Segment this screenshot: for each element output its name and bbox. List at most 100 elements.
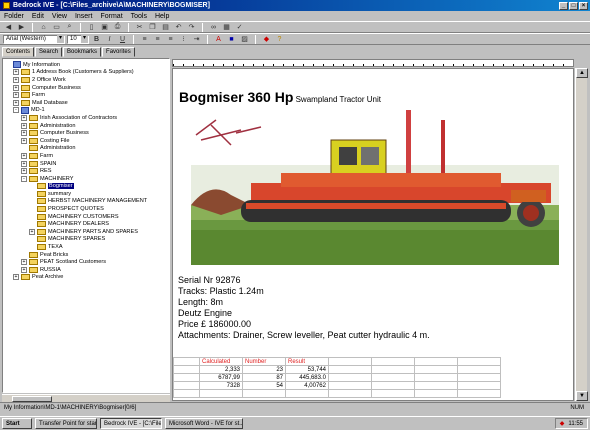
taskbar-item[interactable]: Transfer Point for start on — [35, 418, 97, 429]
table-cell[interactable] — [414, 389, 458, 398]
expand-icon[interactable]: + — [21, 160, 27, 167]
collapse-icon[interactable]: - — [21, 175, 27, 182]
table-cell[interactable]: 7328 — [199, 381, 243, 390]
tree-item[interactable]: +1 Address Book (Customers & Suppliers) — [3, 69, 169, 77]
tree-item[interactable]: + RES — [3, 167, 169, 175]
table-header-cell[interactable]: Result — [285, 357, 329, 366]
table-cell[interactable] — [414, 365, 458, 374]
tree-item[interactable]: + Mail Database — [3, 99, 169, 107]
document-vertical-scrollbar[interactable]: ▲ ▼ — [575, 68, 588, 401]
tree-item[interactable]: - MD-1 — [3, 106, 169, 115]
tree-item[interactable]: + Peat Archive — [3, 274, 169, 282]
spell-check-icon[interactable]: ◆ — [261, 35, 272, 44]
menu-edit[interactable]: Edit — [32, 13, 44, 20]
font-name-select[interactable]: Arial (Western) — [3, 34, 65, 44]
link-icon[interactable]: ∞ — [208, 23, 219, 32]
expand-icon[interactable]: + — [13, 274, 19, 281]
align-right-icon[interactable]: ≡ — [165, 35, 176, 44]
maximize-icon[interactable]: □ — [569, 1, 578, 10]
bold-icon[interactable]: B — [91, 35, 102, 44]
paste-icon[interactable]: ▤ — [160, 23, 171, 32]
expand-icon[interactable]: + — [29, 228, 35, 235]
table-icon[interactable]: ▦ — [221, 23, 232, 32]
tree-item[interactable]: summary — [3, 190, 169, 198]
highlight-icon[interactable]: ■ — [226, 35, 237, 44]
table-cell[interactable] — [414, 373, 458, 382]
table-cell[interactable]: 23 — [242, 365, 286, 374]
tab-favorites[interactable]: Favorites — [102, 47, 135, 57]
table-cell[interactable]: 445,683.0 — [285, 373, 329, 382]
search-icon[interactable]: ⌕ — [64, 23, 75, 32]
expand-icon[interactable]: + — [21, 137, 27, 144]
table-cell[interactable] — [328, 389, 372, 398]
menu-help[interactable]: Help — [155, 13, 169, 20]
expand-icon[interactable]: + — [13, 69, 19, 76]
table-cell[interactable] — [328, 373, 372, 382]
save-icon[interactable]: ▣ — [99, 23, 110, 32]
menu-insert[interactable]: Insert — [75, 13, 93, 20]
indent-icon[interactable]: ⇥ — [191, 35, 202, 44]
table-cell[interactable]: 4,00762 — [285, 381, 329, 390]
tree-item[interactable]: + Farm — [3, 152, 169, 160]
collapse-icon[interactable]: - — [13, 107, 19, 114]
expand-icon[interactable]: + — [21, 130, 27, 137]
new-icon[interactable]: ▯ — [86, 23, 97, 32]
table-cell[interactable] — [371, 381, 415, 390]
tree-item[interactable]: + SPAIN — [3, 160, 169, 168]
scroll-down-icon[interactable]: ▼ — [576, 391, 588, 401]
tree-item[interactable]: PROSPECT QUOTES — [3, 205, 169, 213]
expand-icon[interactable]: + — [21, 122, 27, 129]
expand-icon[interactable]: + — [21, 168, 27, 175]
italic-icon[interactable]: I — [104, 35, 115, 44]
font-size-select[interactable]: 10 — [67, 34, 89, 44]
cut-icon[interactable]: ✂ — [134, 23, 145, 32]
tree-item[interactable]: + Computer Business — [3, 129, 169, 137]
tree-item[interactable]: + Administration — [3, 122, 169, 130]
back-icon[interactable]: ◀ — [3, 23, 14, 32]
table-cell[interactable] — [173, 373, 200, 382]
table-cell[interactable] — [457, 389, 501, 398]
taskbar-item[interactable]: Microsoft Word - IVE for st... — [165, 418, 243, 429]
table-header-cell[interactable] — [414, 357, 458, 366]
table-cell[interactable] — [328, 381, 372, 390]
minimize-icon[interactable]: _ — [559, 1, 568, 10]
tree-item[interactable]: + Costing File — [3, 137, 169, 145]
menu-folder[interactable]: Folder — [4, 13, 24, 20]
tree-item[interactable]: TEXA — [3, 243, 169, 251]
start-button[interactable]: Start — [2, 418, 32, 429]
table-cell[interactable] — [242, 389, 286, 398]
tree-item[interactable]: +2 Office Work — [3, 76, 169, 84]
table-cell[interactable] — [371, 389, 415, 398]
align-center-icon[interactable]: ≡ — [152, 35, 163, 44]
table-cell[interactable] — [457, 373, 501, 382]
home-icon[interactable]: ⌂ — [38, 23, 49, 32]
tree-item[interactable]: + PEAT Scotland Customers — [3, 258, 169, 266]
underline-icon[interactable]: U — [117, 35, 128, 44]
table-header-cell[interactable] — [371, 357, 415, 366]
copy-icon[interactable]: ❐ — [147, 23, 158, 32]
tree-item[interactable]: My Information — [3, 61, 169, 69]
align-left-icon[interactable]: ≡ — [139, 35, 150, 44]
close-icon[interactable]: × — [579, 1, 588, 10]
table-cell[interactable] — [457, 381, 501, 390]
redo-icon[interactable]: ↷ — [186, 23, 197, 32]
expand-icon[interactable]: + — [13, 76, 19, 83]
tree-item[interactable]: - MACHINERY — [3, 175, 169, 183]
image-icon[interactable]: ▨ — [239, 35, 250, 44]
expand-icon[interactable]: + — [13, 92, 19, 99]
bullets-icon[interactable]: ⁝ — [178, 35, 189, 44]
table-cell[interactable] — [173, 389, 200, 398]
expand-icon[interactable]: + — [21, 152, 27, 159]
table-cell[interactable] — [173, 381, 200, 390]
table-header-cell[interactable] — [457, 357, 501, 366]
tab-contents[interactable]: Contents — [2, 47, 35, 57]
tree-item[interactable]: MACHINERY CUSTOMERS — [3, 213, 169, 221]
table-cell[interactable]: 6787,99 — [199, 373, 243, 382]
table-cell[interactable] — [173, 365, 200, 374]
table-cell[interactable] — [285, 389, 329, 398]
menu-tools[interactable]: Tools — [131, 13, 147, 20]
tree-item[interactable]: + Farm — [3, 91, 169, 99]
tree-item[interactable]: + Irish Association of Contractors — [3, 114, 169, 122]
tree-item[interactable]: Bogmiser — [3, 183, 169, 191]
menu-format[interactable]: Format — [100, 13, 122, 20]
